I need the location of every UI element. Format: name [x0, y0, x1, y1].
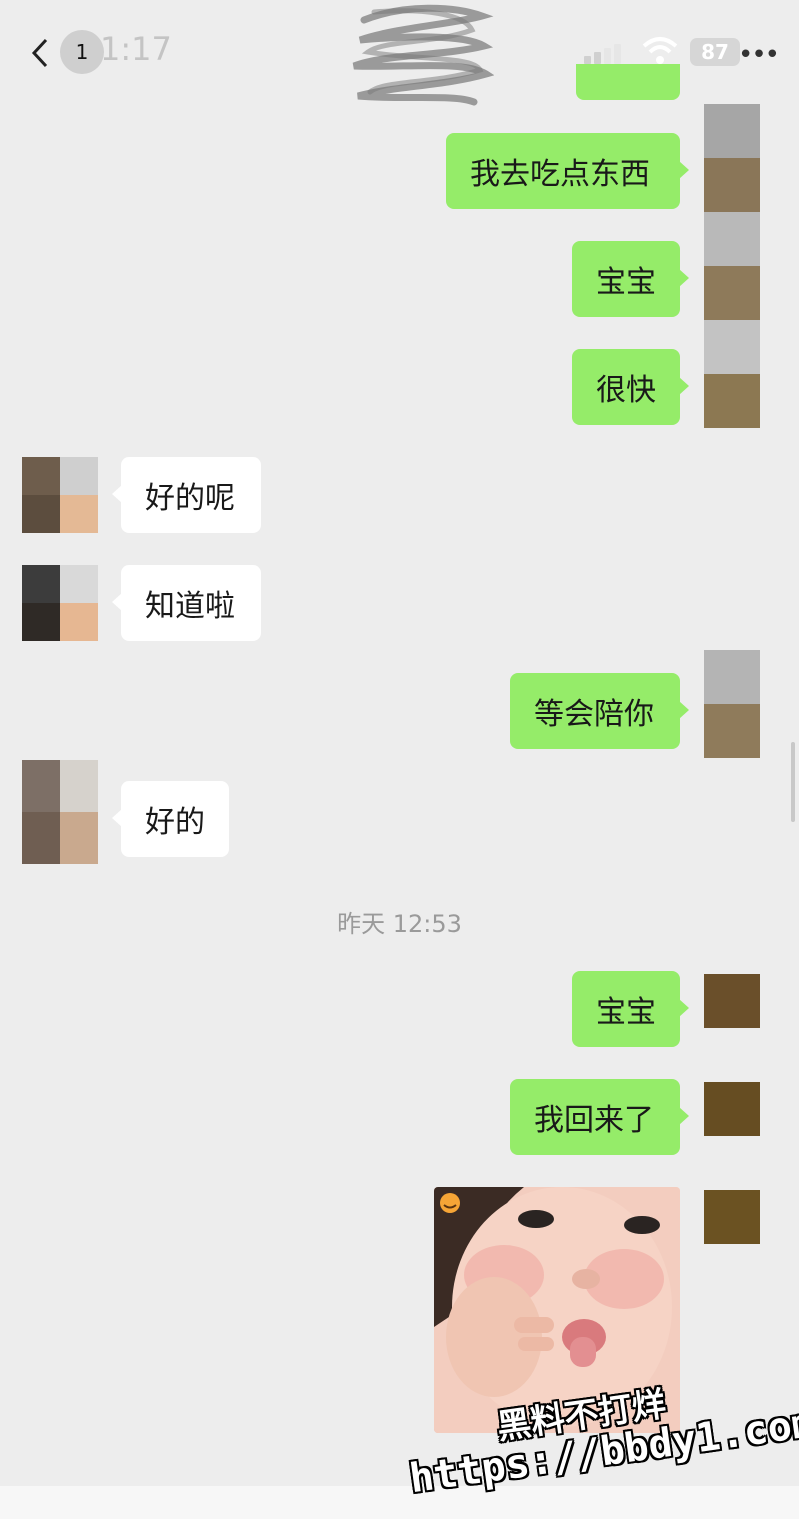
chat-timestamp: 昨天 12:53: [337, 910, 462, 938]
own-avatar-mosaic: [704, 650, 760, 758]
message-bubble[interactable]: 好的: [112, 781, 229, 857]
unread-count-badge[interactable]: 1: [60, 30, 104, 74]
own-avatar-mosaic: [704, 974, 760, 1028]
input-bar[interactable]: [0, 1486, 799, 1519]
battery-indicator: 87: [690, 38, 740, 66]
message-bubble[interactable]: 宝宝: [572, 241, 689, 317]
message-text: 很快: [596, 373, 656, 408]
back-chevron-icon[interactable]: [26, 36, 56, 70]
status-time: 1:17: [100, 30, 172, 68]
more-options-icon[interactable]: •••: [738, 40, 780, 70]
redacted-contact-name: [352, 4, 494, 106]
message-bubble[interactable]: 很快: [572, 349, 689, 425]
message-bubble-partial[interactable]: [576, 64, 680, 100]
message-bubble[interactable]: 宝宝: [572, 971, 689, 1047]
own-avatar-mosaic: [704, 1082, 760, 1136]
message-bubble[interactable]: 好的呢: [112, 457, 261, 533]
own-avatar-mosaic: [704, 1190, 760, 1244]
message-text: 宝宝: [596, 995, 656, 1030]
message-bubble[interactable]: 知道啦: [112, 565, 261, 641]
message-bubble[interactable]: 等会陪你: [510, 673, 689, 749]
signal-icon: [584, 44, 624, 64]
message-text: 好的呢: [145, 481, 235, 516]
message-text: 知道啦: [145, 589, 235, 624]
message-text: 宝宝: [596, 265, 656, 300]
message-text: 等会陪你: [534, 697, 654, 732]
scrollbar[interactable]: [791, 742, 795, 822]
message-text: 我去吃点东西: [470, 157, 650, 192]
contact-avatar[interactable]: [22, 565, 98, 641]
message-bubble[interactable]: 我回来了: [510, 1079, 689, 1155]
wifi-icon: [642, 37, 678, 64]
message-text: 好的: [145, 805, 205, 840]
contact-avatar[interactable]: [22, 457, 98, 533]
contact-avatar[interactable]: [22, 760, 98, 864]
message-text: 我回来了: [534, 1103, 654, 1138]
message-bubble[interactable]: 我去吃点东西: [446, 133, 689, 209]
own-avatar-mosaic: [704, 104, 760, 428]
